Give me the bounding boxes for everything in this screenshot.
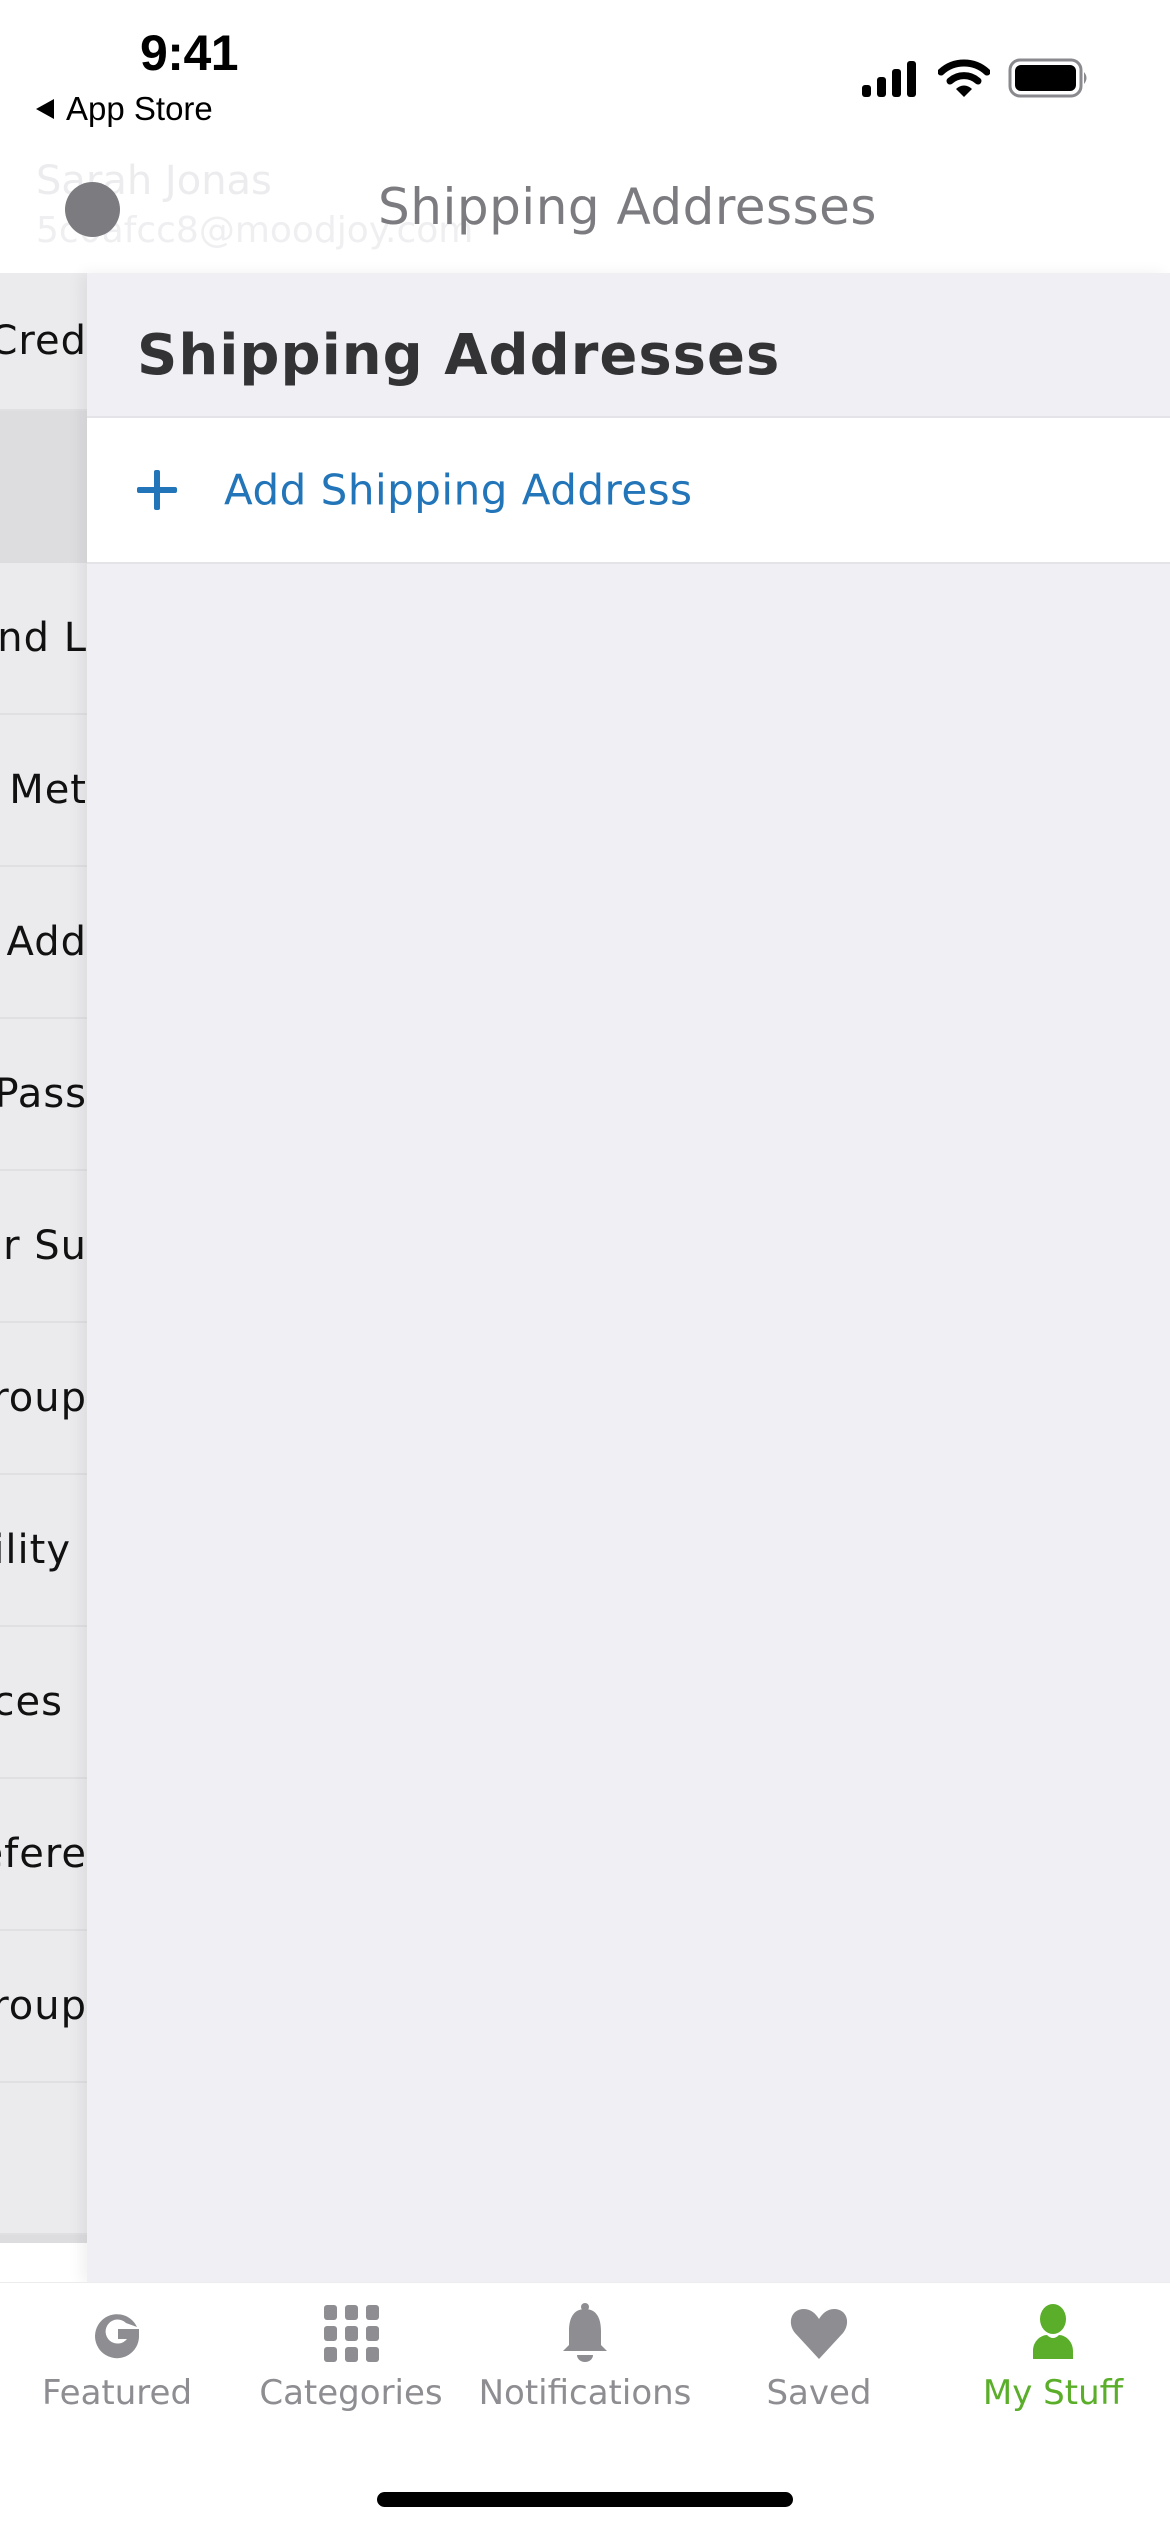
underlying-section-gap (0, 2235, 87, 2243)
grid-icon (324, 2305, 379, 2362)
nav-title: Shipping Addresses (378, 178, 877, 236)
navigation-header: Sarah Jonas 5c0afcc8@moodjoy.com Shippin… (0, 140, 1170, 273)
g-logo-icon (95, 2314, 139, 2359)
underlying-section-gap (0, 411, 87, 563)
battery-icon (1008, 58, 1087, 98)
status-icons (860, 58, 1090, 100)
plus-icon (137, 470, 177, 510)
underlying-list-item: und L (0, 563, 87, 715)
page-title: Shipping Addresses (137, 323, 781, 388)
underlying-list-item (0, 2083, 87, 2235)
tab-label: Featured (41, 2373, 193, 2413)
tab-label: Notifications (478, 2373, 692, 2413)
bell-icon (563, 2303, 607, 2362)
underlying-list-item: ces (0, 1627, 87, 1779)
status-bar: 9:41 App Store (0, 0, 1170, 140)
underlying-list-item: ility (0, 1475, 87, 1627)
back-arrow-icon (36, 99, 54, 119)
add-shipping-address-label: Add Shipping Address (224, 465, 693, 515)
heart-icon (790, 2309, 848, 2359)
tab-my-stuff[interactable]: My Stuff (936, 2301, 1170, 2431)
tab-featured[interactable]: Featured (0, 2301, 234, 2431)
underlying-list-item: Pass (0, 1019, 87, 1171)
underlying-list-item: roup (0, 1931, 87, 2083)
back-to-app-store-button[interactable]: App Store (36, 90, 213, 128)
cellular-signal-icon (862, 61, 916, 97)
tab-label: Saved (766, 2373, 872, 2413)
underlying-settings-list: Cred und L Met Add Pass r Su roup ility … (0, 273, 87, 2243)
tab-categories[interactable]: Categories (234, 2301, 468, 2431)
tab-label: My Stuff (982, 2373, 1124, 2413)
underlying-list-item: Add (0, 867, 87, 1019)
shipping-addresses-page: Shipping Addresses Add Shipping Address (87, 273, 1170, 2283)
status-time: 9:41 (140, 25, 239, 81)
underlying-list-item: roup (0, 1323, 87, 1475)
tab-saved[interactable]: Saved (702, 2301, 936, 2431)
underlying-list-item: efere (0, 1779, 87, 1931)
underlying-list-item: r Su (0, 1171, 87, 1323)
person-icon (1033, 2304, 1073, 2359)
tab-notifications[interactable]: Notifications (468, 2301, 702, 2431)
back-to-app-label: App Store (66, 90, 213, 127)
underlying-list-item: Cred (0, 273, 87, 411)
add-shipping-address-button[interactable]: Add Shipping Address (87, 416, 1170, 564)
wifi-icon (938, 59, 990, 97)
home-indicator[interactable] (377, 2492, 793, 2507)
underlying-list-item: Met (0, 715, 87, 867)
tab-label: Categories (259, 2373, 443, 2413)
